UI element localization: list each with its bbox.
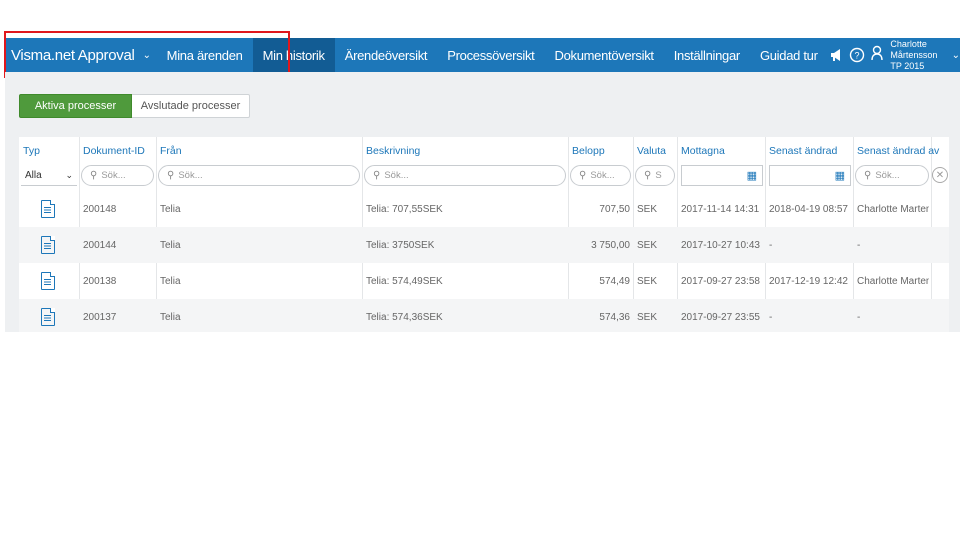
cell-document-id: 200137 (83, 311, 117, 323)
cell-from: Telia (160, 275, 181, 287)
search-icon: ⚲ (167, 170, 175, 181)
calendar-icon[interactable]: ▦ (747, 169, 757, 182)
nav-task-overview[interactable]: Ärendeöversikt (335, 38, 438, 72)
nav-document-overview[interactable]: Dokumentöversikt (544, 38, 663, 72)
cell-currency: SEK (637, 311, 658, 323)
column-header-last-changed-by[interactable]: Senast ändrad av (857, 145, 939, 157)
cell-from: Telia (160, 203, 181, 215)
process-table: Typ Dokument-ID Från Beskrivning Belopp … (19, 137, 949, 332)
cell-amount: 574,49 (599, 275, 630, 287)
table-row[interactable]: 200148 Telia Telia: 707,55SEK 707,50 SEK… (19, 191, 949, 227)
top-navigation-bar: Visma.net Approval ⌄ Mina ärenden Min hi… (5, 38, 960, 72)
cell-last-changed: 2018-04-19 08:57 (769, 203, 848, 215)
column-header-type[interactable]: Typ (23, 145, 40, 157)
search-placeholder: Sök... (384, 170, 409, 181)
search-placeholder: Sök... (590, 170, 615, 181)
app-switcher[interactable]: Visma.net Approval ⌄ (5, 38, 157, 72)
tab-active-processes[interactable]: Aktiva processer (19, 94, 132, 118)
cell-last-changed-by: Charlotte Marten... (857, 275, 929, 287)
help-icon[interactable]: ? (847, 38, 866, 72)
table-row[interactable]: 200137 Telia Telia: 574,36SEK 574,36 SEK… (19, 299, 949, 332)
document-icon (41, 191, 55, 227)
chevron-down-icon: ⌄ (142, 49, 151, 61)
column-header-description[interactable]: Beskrivning (366, 145, 420, 157)
column-header-amount[interactable]: Belopp (572, 145, 605, 157)
amount-search-input[interactable]: ⚲ Sök... (570, 165, 631, 186)
cell-document-id: 200144 (83, 239, 117, 251)
cell-received: 2017-11-14 14:31 (681, 203, 760, 215)
process-toggle: Aktiva processer Avslutade processer (19, 94, 250, 118)
search-icon: ⚲ (644, 170, 652, 181)
nav-process-overview[interactable]: Processöversikt (437, 38, 544, 72)
cell-amount: 3 750,00 (591, 239, 630, 251)
tab-closed-processes[interactable]: Avslutade processer (132, 94, 250, 118)
cell-currency: SEK (637, 275, 658, 287)
cell-description: Telia: 707,55SEK (366, 203, 443, 215)
cell-last-changed-by: Charlotte Marten... (857, 203, 929, 215)
cell-currency: SEK (637, 203, 658, 215)
column-header-last-changed[interactable]: Senast ändrad (769, 145, 837, 157)
cell-description: Telia: 3750SEK (366, 239, 435, 251)
search-icon: ⚲ (90, 170, 98, 181)
megaphone-icon[interactable] (828, 38, 847, 72)
clear-filters-icon[interactable]: ✕ (932, 167, 948, 183)
cell-from: Telia (160, 239, 181, 251)
currency-search-input[interactable]: ⚲ S (635, 165, 675, 186)
app-title: Visma.net Approval (11, 46, 135, 64)
table-row[interactable]: 200138 Telia Telia: 574,49SEK 574,49 SEK… (19, 263, 949, 299)
type-filter-select[interactable]: Alla ⌄ (21, 165, 77, 186)
cell-description: Telia: 574,36SEK (366, 311, 443, 323)
column-header-received[interactable]: Mottagna (681, 145, 725, 157)
user-name: Charlotte Mårtensson (890, 38, 938, 60)
cell-currency: SEK (637, 239, 658, 251)
document-icon (41, 299, 55, 332)
chevron-down-icon: ⌄ (65, 169, 73, 180)
document-icon (41, 263, 55, 299)
cell-from: Telia (160, 311, 181, 323)
description-search-input[interactable]: ⚲ Sök... (364, 165, 566, 186)
cell-document-id: 200138 (83, 275, 117, 287)
chevron-down-icon: ⌄ (951, 49, 960, 61)
search-icon: ⚲ (373, 170, 381, 181)
document-icon (41, 227, 55, 263)
nav-my-tasks[interactable]: Mina ärenden (157, 38, 253, 72)
user-info: Charlotte Mårtensson TP 2015 (890, 39, 945, 72)
search-icon: ⚲ (864, 170, 872, 181)
last-changed-by-search-input[interactable]: ⚲ Sök... (855, 165, 929, 186)
received-date-filter[interactable]: ▦ (681, 165, 763, 186)
nav-settings[interactable]: Inställningar (664, 38, 750, 72)
search-icon: ⚲ (579, 170, 587, 181)
nav-my-history[interactable]: Min historik (252, 38, 335, 72)
cell-description: Telia: 574,49SEK (366, 275, 443, 287)
cell-received: 2017-10-27 10:43 (681, 239, 760, 251)
search-placeholder: Sök... (101, 170, 126, 181)
cell-amount: 707,50 (599, 203, 630, 215)
table-row[interactable]: 200144 Telia Telia: 3750SEK 3 750,00 SEK… (19, 227, 949, 263)
user-icon (870, 45, 884, 66)
type-filter-value: Alla (25, 169, 42, 181)
cell-last-changed: 2017-12-19 12:42 (769, 275, 848, 287)
search-placeholder: S (655, 170, 662, 181)
calendar-icon[interactable]: ▦ (835, 169, 845, 182)
column-header-from[interactable]: Från (160, 145, 182, 157)
search-placeholder: Sök... (875, 170, 900, 181)
guided-tour-link[interactable]: Guidad tur (750, 38, 828, 72)
cell-received: 2017-09-27 23:58 (681, 275, 760, 287)
document-id-search-input[interactable]: ⚲ Sök... (81, 165, 154, 186)
cell-received: 2017-09-27 23:55 (681, 311, 760, 323)
cell-document-id: 200148 (83, 203, 117, 215)
from-search-input[interactable]: ⚲ Sök... (158, 165, 360, 186)
user-menu[interactable]: Charlotte Mårtensson TP 2015 ⌄ (866, 39, 960, 72)
last-changed-date-filter[interactable]: ▦ (769, 165, 851, 186)
cell-last-changed-by: - (857, 239, 861, 251)
cell-last-changed: - (769, 239, 773, 251)
cell-last-changed-by: - (857, 311, 861, 323)
column-header-currency[interactable]: Valuta (637, 145, 666, 157)
user-company: TP 2015 (890, 60, 925, 71)
search-placeholder: Sök... (178, 170, 203, 181)
column-header-document-id[interactable]: Dokument-ID (83, 145, 145, 157)
cell-last-changed: - (769, 311, 773, 323)
cell-amount: 574,36 (599, 311, 630, 323)
svg-text:?: ? (854, 51, 859, 61)
